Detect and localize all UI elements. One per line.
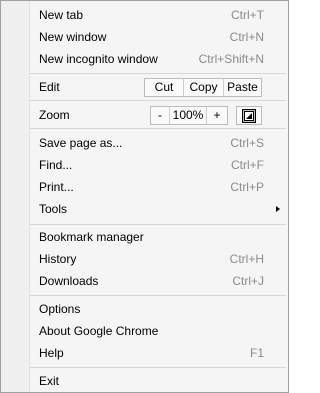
menu-separator <box>30 367 286 368</box>
menu-item-shortcut: Ctrl+J <box>232 274 264 288</box>
menu-item-tools[interactable]: Tools <box>30 198 286 220</box>
menu-separator <box>30 224 286 225</box>
menu-item-label: Exit <box>39 374 60 388</box>
menu-item-shortcut: Ctrl+N <box>229 30 264 44</box>
menu-item-label: Bookmark manager <box>39 230 144 244</box>
edit-button-group: Cut Copy Paste <box>144 78 262 97</box>
menu-item-label: History <box>39 252 77 266</box>
menu-icon-gutter <box>1 1 30 392</box>
fullscreen-button[interactable] <box>236 106 262 125</box>
menu-item-new-incognito-window[interactable]: New incognito window Ctrl+Shift+N <box>30 48 286 70</box>
zoom-button-group: - 100% + <box>150 106 228 125</box>
menu-item-label: New incognito window <box>39 52 158 66</box>
menu-item-shortcut: Ctrl+Shift+N <box>198 52 264 66</box>
menu-item-options[interactable]: Options <box>30 298 286 320</box>
menu-item-bookmark-manager[interactable]: Bookmark manager <box>30 226 286 248</box>
menu-item-print[interactable]: Print... Ctrl+P <box>30 176 286 198</box>
menu-item-label: Save page as... <box>39 136 123 150</box>
zoom-out-button[interactable]: - <box>151 107 170 124</box>
paste-button[interactable]: Paste <box>224 79 261 96</box>
copy-button[interactable]: Copy <box>184 79 224 96</box>
menu-item-label: Downloads <box>39 274 99 288</box>
menu-item-shortcut: Ctrl+S <box>230 136 264 150</box>
menu-item-shortcut: Ctrl+T <box>231 8 264 22</box>
menu-item-label: Print... <box>39 180 74 194</box>
menu-separator <box>30 73 286 74</box>
menu-row-edit: Edit Cut Copy Paste <box>30 76 286 98</box>
menu-item-downloads[interactable]: Downloads Ctrl+J <box>30 270 286 292</box>
menu-separator <box>30 128 286 129</box>
menu-item-shortcut: F1 <box>249 346 264 360</box>
menu-item-shortcut: Ctrl+H <box>229 252 264 266</box>
cut-button[interactable]: Cut <box>145 79 184 96</box>
menu-separator <box>30 295 286 296</box>
menu-item-exit[interactable]: Exit <box>30 370 286 392</box>
menu-item-label: Help <box>39 346 64 360</box>
menu-item-label: Find... <box>39 158 73 172</box>
chrome-wrench-menu: New tab Ctrl+T New window Ctrl+N New inc… <box>0 0 289 393</box>
menu-item-save-page-as[interactable]: Save page as... Ctrl+S <box>30 132 286 154</box>
zoom-label: Zoom <box>39 108 70 122</box>
menu-item-new-tab[interactable]: New tab Ctrl+T <box>30 4 286 26</box>
menu-item-help[interactable]: Help F1 <box>30 342 286 364</box>
zoom-level-value: 100% <box>170 107 207 124</box>
menu-item-label: Options <box>39 302 81 316</box>
menu-row-zoom: Zoom - 100% + <box>30 104 286 126</box>
menu-item-shortcut: Ctrl+F <box>231 158 264 172</box>
menu-item-history[interactable]: History Ctrl+H <box>30 248 286 270</box>
menu-item-label: New tab <box>39 8 84 22</box>
menu-item-label: Tools <box>39 202 68 216</box>
menu-separator <box>30 100 286 101</box>
zoom-in-button[interactable]: + <box>207 107 227 124</box>
menu-item-new-window[interactable]: New window Ctrl+N <box>30 26 286 48</box>
edit-label: Edit <box>39 80 60 94</box>
menu-item-label: About Google Chrome <box>39 324 159 338</box>
menu-item-shortcut: Ctrl+P <box>230 180 264 194</box>
fullscreen-icon <box>242 108 256 123</box>
menu-item-find[interactable]: Find... Ctrl+F <box>30 154 286 176</box>
menu-item-label: New window <box>39 30 107 44</box>
submenu-arrow-icon <box>276 206 280 212</box>
menu-item-about-google-chrome[interactable]: About Google Chrome <box>30 320 286 342</box>
